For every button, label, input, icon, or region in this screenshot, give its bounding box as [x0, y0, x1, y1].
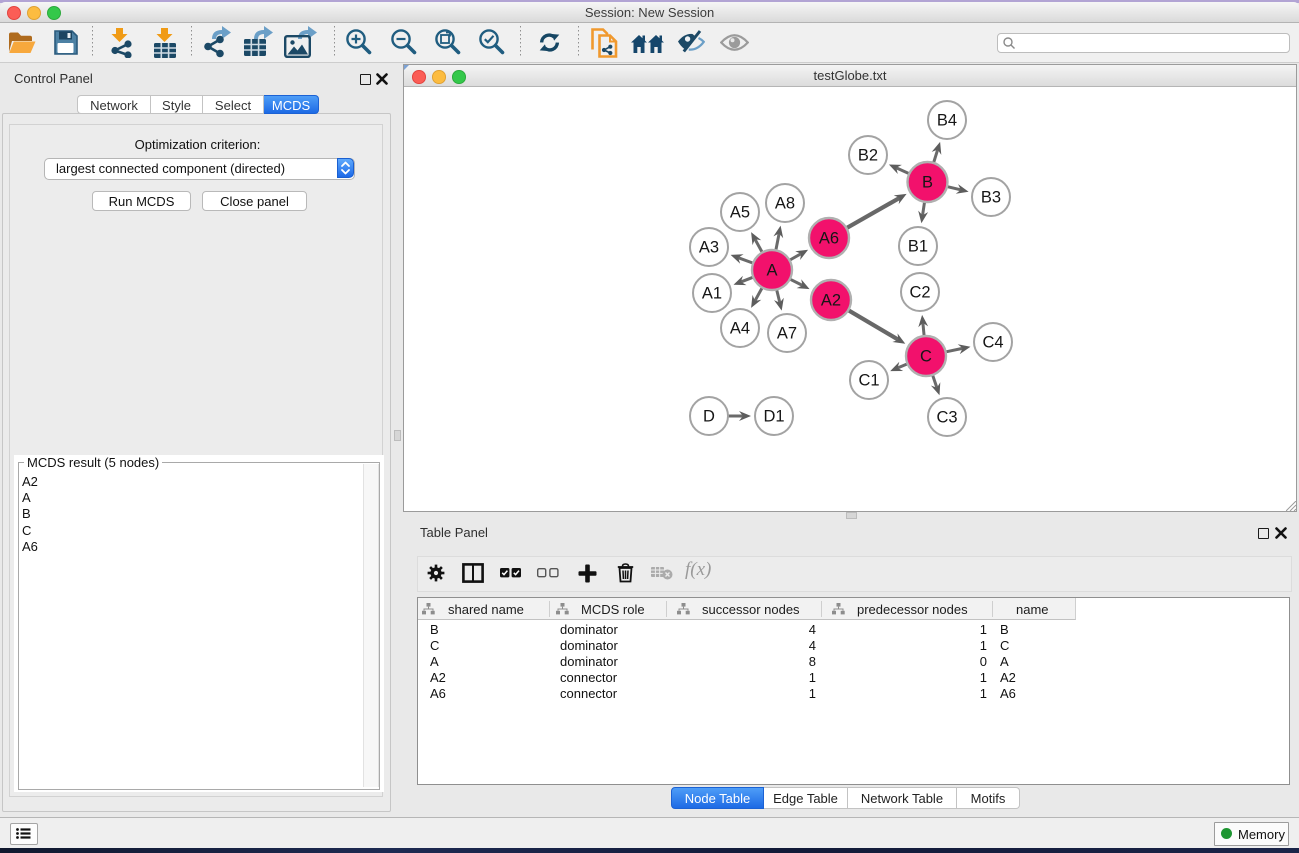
svg-text:B4: B4 [937, 112, 957, 130]
svg-text:A4: A4 [730, 320, 750, 338]
svg-text:C4: C4 [982, 334, 1003, 352]
svg-text:C3: C3 [936, 409, 957, 427]
svg-text:B1: B1 [908, 238, 928, 256]
svg-text:B2: B2 [858, 147, 878, 165]
svg-text:D: D [703, 408, 715, 426]
svg-text:A5: A5 [730, 204, 750, 222]
svg-text:D1: D1 [763, 408, 784, 426]
svg-text:C1: C1 [858, 372, 879, 390]
svg-text:A6: A6 [819, 230, 839, 248]
svg-text:C2: C2 [909, 284, 930, 302]
svg-text:A2: A2 [821, 292, 841, 310]
svg-text:B: B [922, 174, 933, 192]
svg-text:C: C [920, 348, 932, 366]
svg-text:A3: A3 [699, 239, 719, 257]
svg-text:B3: B3 [981, 189, 1001, 207]
svg-text:A7: A7 [777, 325, 797, 343]
svg-text:A: A [766, 262, 777, 280]
svg-text:A1: A1 [702, 285, 722, 303]
svg-text:A8: A8 [775, 195, 795, 213]
